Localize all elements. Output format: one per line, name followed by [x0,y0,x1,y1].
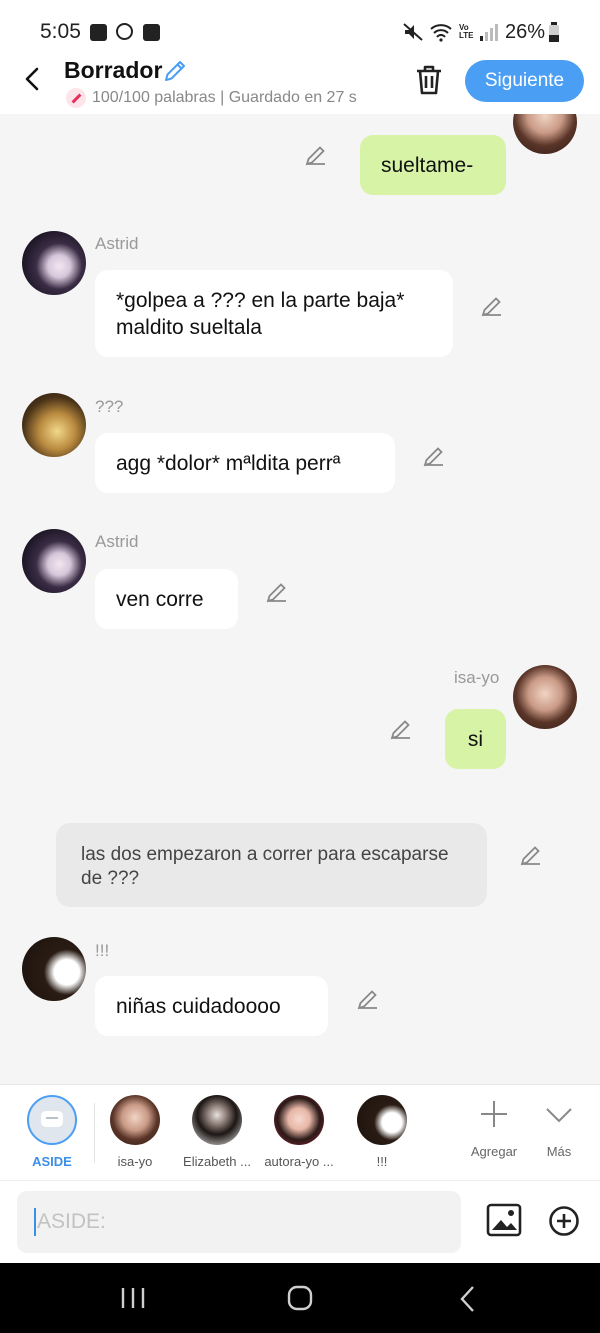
message-bubble[interactable]: ven corre [95,569,238,629]
character-label: ASIDE [32,1154,72,1169]
draft-status-text: 100/100 palabras | Guardado en 27 s [92,89,357,107]
battery-percent: 26% [505,21,546,43]
plus-icon [481,1101,507,1127]
system-nav-bar [0,1263,600,1333]
message-bubble[interactable]: si [445,709,506,769]
avatar [110,1095,160,1145]
add-circle-icon[interactable] [548,1205,580,1237]
speaker-name: Astrid [95,532,139,551]
message-bubble[interactable]: sueltame- [360,135,506,195]
gallery-icon[interactable] [486,1203,522,1237]
back-arrow-icon[interactable] [20,66,46,92]
wifi-icon [430,24,452,42]
pencil-icon[interactable] [304,143,328,167]
pencil-badge-icon [66,88,86,108]
narration-bubble[interactable]: las dos empezaron a correr para escapars… [56,823,487,907]
character-aside[interactable]: ASIDE [11,1095,93,1169]
character-label: !!! [376,1154,388,1169]
image-icon [90,24,107,41]
editor-header: Borrador 100/100 palabras | Guardado en … [0,52,600,114]
character-elizabeth[interactable]: Elizabeth ... [176,1095,258,1169]
recents-icon[interactable] [120,1286,146,1310]
battery-icon [549,22,559,42]
text-caret [34,1208,36,1236]
checkbox-icon [143,24,160,41]
speaker-name: !!! [95,941,110,960]
message-bubble[interactable]: agg *dolor* mªldita perrª [95,433,395,493]
avatar-exclaim[interactable] [22,937,86,1001]
draft-status: 100/100 palabras | Guardado en 27 s [66,88,392,108]
aside-icon [27,1095,77,1145]
next-button[interactable]: Siguiente [465,60,584,102]
more-button[interactable]: Más [530,1099,588,1159]
message-bubble[interactable]: niñas cuidadoooo [95,976,328,1036]
character-label: isa-yo [117,1154,153,1169]
status-time: 5:05 [40,20,81,43]
pencil-icon[interactable] [519,843,543,867]
avatar [192,1095,242,1145]
character-label: Elizabeth ... [183,1154,251,1169]
pencil-icon[interactable] [422,444,446,468]
page-title: Borrador [64,57,163,83]
pencil-icon[interactable] [265,580,289,604]
avatar-unknown[interactable] [22,393,86,457]
nav-back-icon[interactable] [458,1285,478,1313]
more-label: Más [546,1144,572,1159]
whatsapp-icon [116,23,133,40]
avatar [274,1095,324,1145]
message-input[interactable]: ASIDE: [17,1191,461,1253]
add-label: Agregar [470,1144,518,1159]
pencil-icon[interactable] [356,987,380,1011]
signal-icon [480,24,498,41]
character-label: autora-yo ... [264,1154,334,1169]
home-icon[interactable] [287,1285,313,1311]
avatar-astrid[interactable] [22,529,86,593]
avatar [357,1095,407,1145]
speaker-name: Astrid [95,234,139,253]
pencil-icon[interactable] [389,717,413,741]
add-character-button[interactable]: Agregar [460,1099,528,1159]
character-autora-yo[interactable]: autora-yo ... [258,1095,340,1169]
chat-area[interactable]: sueltame- Astrid *golpea a ??? en la par… [0,114,600,1084]
character-isa-yo[interactable]: isa-yo [94,1095,176,1169]
avatar-isa-yo[interactable] [513,665,577,729]
pencil-icon[interactable] [480,294,504,318]
input-bar: ASIDE: [0,1180,600,1264]
input-placeholder: ASIDE: [37,1210,106,1233]
avatar-isa-yo[interactable] [513,114,577,154]
mute-icon [403,23,423,41]
volte-icon: Vo LTE [459,23,474,40]
character-selector: ASIDE isa-yo Elizabeth ... autora-yo ...… [0,1084,600,1181]
speaker-name: isa-yo [454,668,500,687]
speaker-name: ??? [95,397,124,416]
avatar-astrid[interactable] [22,231,86,295]
chevron-down-icon [546,1108,572,1123]
trash-icon[interactable] [414,64,444,96]
edit-title-pencil-icon[interactable] [162,58,188,84]
character-exclaim[interactable]: !!! [341,1095,423,1169]
message-bubble[interactable]: *golpea a ??? en la parte baja* maldito … [95,270,453,357]
